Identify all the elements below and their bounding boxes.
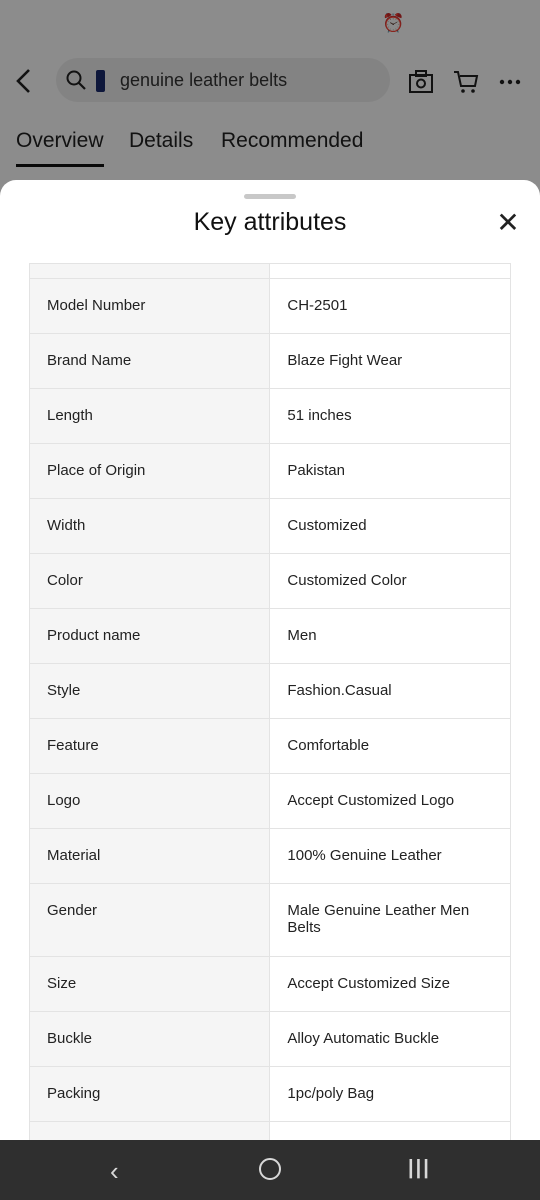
attribute-key: Size — [29, 956, 271, 1012]
attribute-key: Packing — [29, 1066, 271, 1122]
table-row: Model Number CH-2501 — [29, 278, 511, 334]
attribute-key: Model Number — [29, 278, 271, 334]
table-row: Length 51 inches — [29, 388, 511, 444]
attribute-value: Alloy Automatic Buckle — [269, 1011, 511, 1067]
attribute-key: Width — [29, 498, 271, 554]
attribute-value: Accept Customized Size — [269, 956, 511, 1012]
attribute-key: Gender — [29, 883, 271, 957]
attribute-value: Comfortable — [269, 718, 511, 774]
drag-handle[interactable] — [244, 194, 296, 199]
attribute-value: Customized — [269, 498, 511, 554]
attribute-key: Product name — [29, 608, 271, 664]
attribute-key: Material — [29, 828, 271, 884]
table-row: Feature Comfortable — [29, 718, 511, 774]
attribute-key: Place of Origin — [29, 443, 271, 499]
modal-scrim[interactable] — [0, 0, 540, 200]
close-icon[interactable]: ✕ — [494, 209, 522, 238]
attribute-key: Length — [29, 388, 271, 444]
attribute-value: CH-2501 — [269, 278, 511, 334]
table-row: Color Customized Color — [29, 553, 511, 609]
attribute-key: Logo — [29, 773, 271, 829]
attribute-value: Pakistan — [269, 443, 511, 499]
attribute-key: Feature — [29, 718, 271, 774]
nav-recents-icon[interactable]: ||| — [408, 1157, 431, 1180]
attribute-value: Male Genuine Leather Men Belts — [269, 883, 511, 957]
attribute-value: Men — [269, 608, 511, 664]
table-row: Product name Men — [29, 608, 511, 664]
attribute-value: 100% Genuine Leather — [269, 828, 511, 884]
attribute-value: Blaze Fight Wear — [269, 333, 511, 389]
attribute-key: Style — [29, 663, 271, 719]
table-row: Gender Male Genuine Leather Men Belts — [29, 883, 511, 957]
table-row: Material 100% Genuine Leather — [29, 828, 511, 884]
attribute-key: Buckle — [29, 1011, 271, 1067]
attribute-value: 1pc/poly Bag — [269, 1066, 511, 1122]
table-row: Style Fashion.Casual — [29, 663, 511, 719]
attribute-value: Customized Color — [269, 553, 511, 609]
table-row: Place of Origin Pakistan — [29, 443, 511, 499]
attribute-key: Color — [29, 553, 271, 609]
table-row: Packing 1pc/poly Bag — [29, 1066, 511, 1122]
attribute-value: 51 inches — [269, 388, 511, 444]
table-row: Brand Name Blaze Fight Wear — [29, 333, 511, 389]
table-row: Width Customized — [29, 498, 511, 554]
nav-home-icon[interactable] — [259, 1158, 281, 1180]
table-row: Size Accept Customized Size — [29, 956, 511, 1012]
key-attributes-sheet: Key attributes ✕ Model Number CH-2501 Bran… — [0, 180, 540, 1140]
attribute-value: Accept Customized Logo — [269, 773, 511, 829]
background-page: 10:49 M ▶ oo ● ⏰ ▼ ◢ ▮ 81% genuine leath… — [0, 0, 540, 200]
table-row: Logo Accept Customized Logo — [29, 773, 511, 829]
attributes-table: Model Number CH-2501 Brand Name Blaze Fight… — [29, 263, 511, 1140]
attribute-value: Fashion.Casual — [269, 663, 511, 719]
system-nav-bar: ‹ ||| — [0, 1140, 540, 1200]
table-row-partial — [29, 1121, 511, 1140]
sheet-title: Key attributes — [193, 208, 347, 236]
nav-back-icon[interactable]: ‹ — [110, 1156, 119, 1187]
attribute-key: Brand Name — [29, 333, 271, 389]
table-row-partial — [29, 263, 511, 279]
table-row: Buckle Alloy Automatic Buckle — [29, 1011, 511, 1067]
